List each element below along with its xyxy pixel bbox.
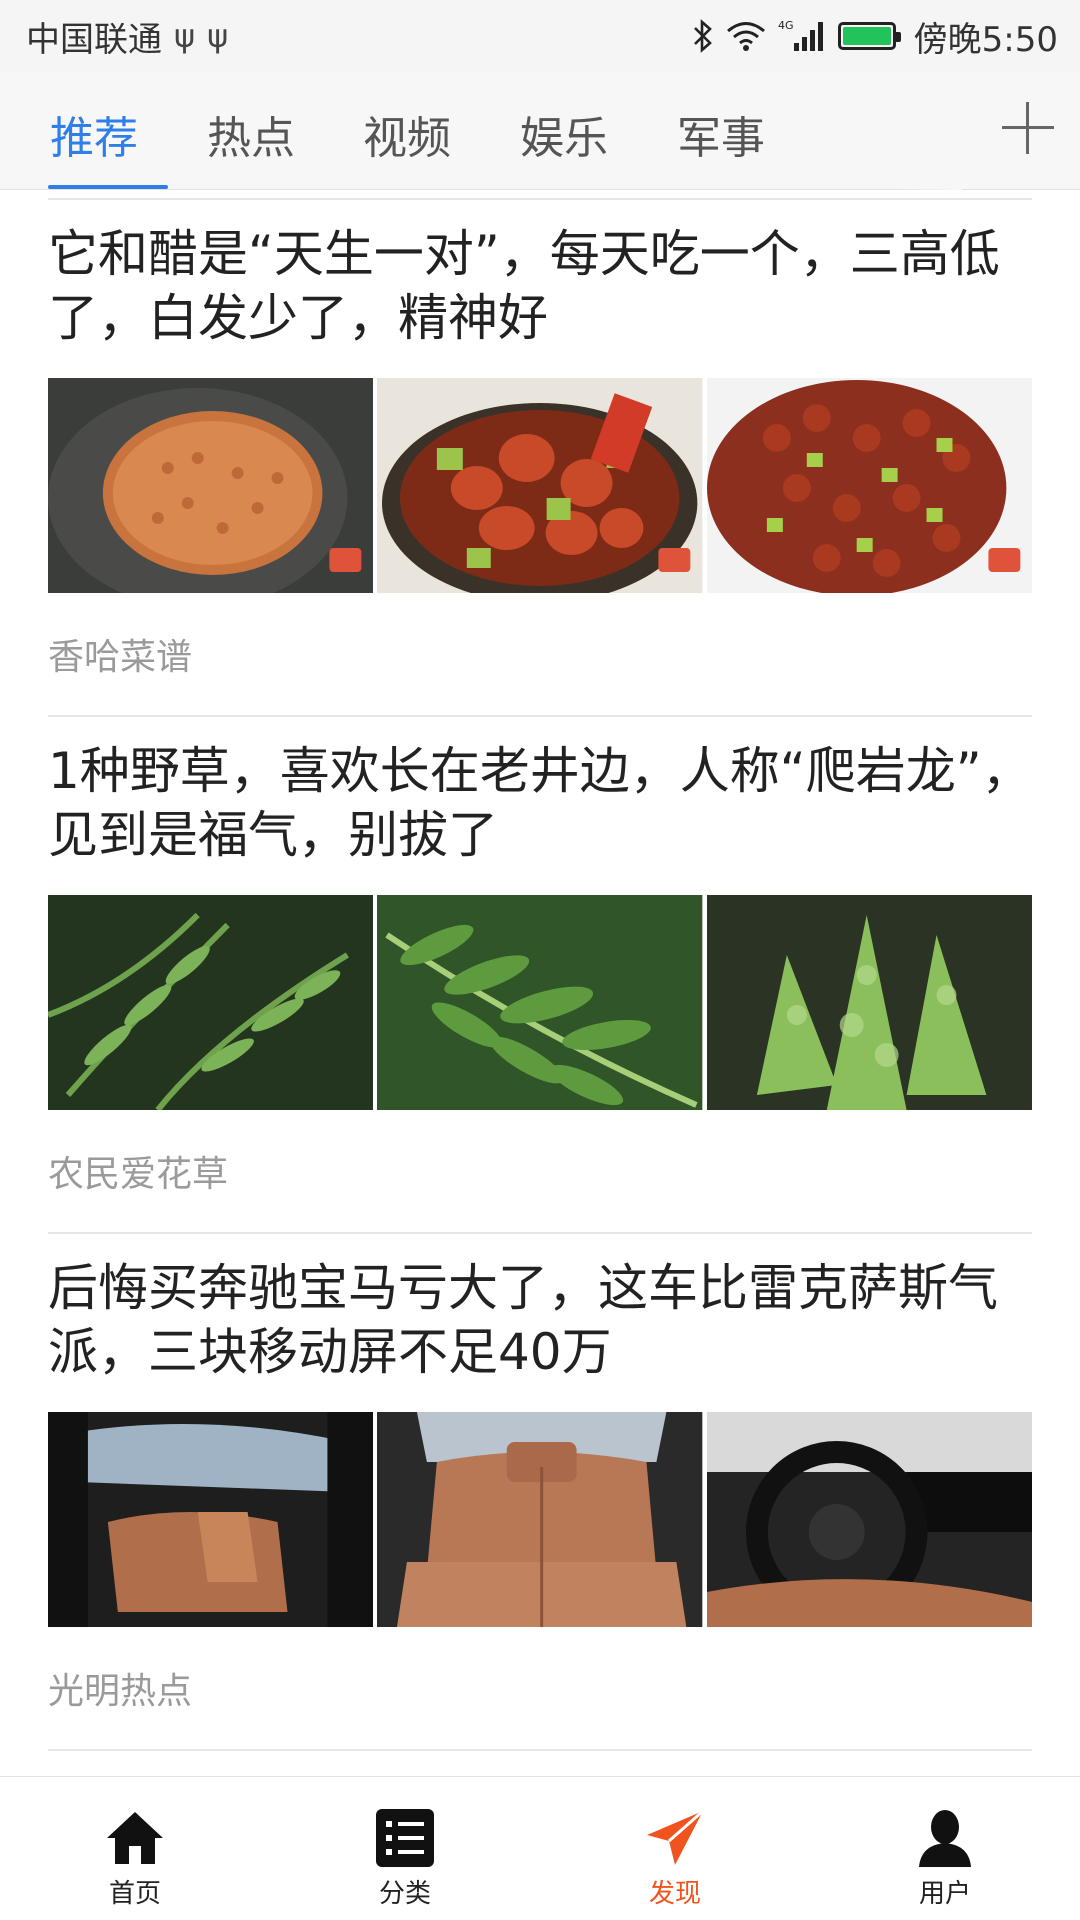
wifi-icon — [726, 20, 766, 52]
send-icon — [644, 1807, 706, 1869]
carrier-label: 中国联通 — [26, 19, 162, 60]
article-card[interactable]: 后悔买奔驰宝马亏大了，这车比雷克萨斯气派，三块移动屏不足40万 光明热点 — [48, 1234, 1032, 1749]
home-icon — [104, 1807, 166, 1869]
peanuts-pan-image — [48, 378, 374, 593]
nav-label: 分类 — [378, 1879, 431, 1909]
nav-label: 发现 — [648, 1879, 701, 1909]
clock: 傍晚5:50 — [913, 19, 1058, 60]
article-images — [48, 378, 1032, 593]
nav-label: 首页 — [108, 1879, 161, 1909]
usb-icon: ψ — [207, 17, 229, 55]
fern-image — [48, 895, 374, 1110]
article-title[interactable]: 它和醋是“天生一对”，每天吃一个，三高低了，白发少了，精神好 — [48, 222, 1032, 350]
peanut-salad-plate-image — [706, 378, 1032, 593]
article-source: 光明热点 — [48, 1671, 193, 1712]
car-rear-seat-image — [377, 1412, 703, 1627]
news-feed: 它和醋是“天生一对”，每天吃一个，三高低了，白发少了，精神好 香哈菜谱 1种野草… — [48, 190, 1032, 1751]
article-card[interactable]: 1种野草，喜欢长在老井边，人称“爬岩龙”，见到是福气，别拔了 农民爱花草 — [48, 717, 1032, 1232]
car-interior-image — [48, 1412, 374, 1627]
signal-icon: 4G — [778, 19, 826, 53]
article-images — [48, 1412, 1032, 1627]
article-title[interactable]: 后悔买奔驰宝马亏大了，这车比雷克萨斯气派，三块移动屏不足40万 — [48, 1256, 1032, 1384]
article-source: 农民爱花草 — [48, 1154, 229, 1195]
peanut-salad-bowl-image — [377, 378, 703, 593]
status-bar: 中国联通 ψ ψ 4G 傍晚5:50 — [0, 0, 1080, 72]
tab-entertainment[interactable]: 娱乐 — [520, 102, 608, 166]
tab-hot[interactable]: 热点 — [207, 102, 295, 166]
article-title[interactable]: 1种野草，喜欢长在老井边，人称“爬岩龙”，见到是福气，别拔了 — [48, 739, 1032, 867]
usb-icon: ψ — [174, 17, 196, 55]
tab-military[interactable]: 军事 — [677, 102, 765, 166]
tab-recommend[interactable]: 推荐 — [50, 102, 138, 166]
nav-discover[interactable]: 发现 — [540, 1777, 810, 1920]
nav-category[interactable]: 分类 — [270, 1777, 540, 1920]
user-icon — [914, 1807, 976, 1869]
nav-user[interactable]: 用户 — [810, 1777, 1080, 1920]
nav-label: 用户 — [918, 1879, 971, 1909]
list-icon — [374, 1807, 436, 1869]
category-tabs: 推荐 热点 视频 娱乐 军事 — [0, 72, 1080, 190]
bluetooth-icon — [692, 19, 714, 53]
tab-fade — [892, 72, 962, 190]
article-images — [48, 895, 1032, 1110]
article-card[interactable]: 它和醋是“天生一对”，每天吃一个，三高低了，白发少了，精神好 香哈菜谱 — [48, 200, 1032, 715]
fern-image — [706, 895, 1032, 1110]
plus-icon[interactable] — [1002, 102, 1054, 154]
tab-video[interactable]: 视频 — [363, 102, 451, 166]
article-source: 香哈菜谱 — [48, 637, 193, 678]
bottom-nav: 首页 分类 发现 用户 — [0, 1776, 1080, 1920]
battery-icon — [837, 22, 901, 50]
feed-divider — [48, 1749, 1032, 1751]
fern-image — [377, 895, 703, 1110]
car-dashboard-image — [706, 1412, 1032, 1627]
active-tab-indicator — [48, 185, 168, 189]
network-type-label: 4G — [778, 19, 794, 32]
nav-home[interactable]: 首页 — [0, 1777, 270, 1920]
